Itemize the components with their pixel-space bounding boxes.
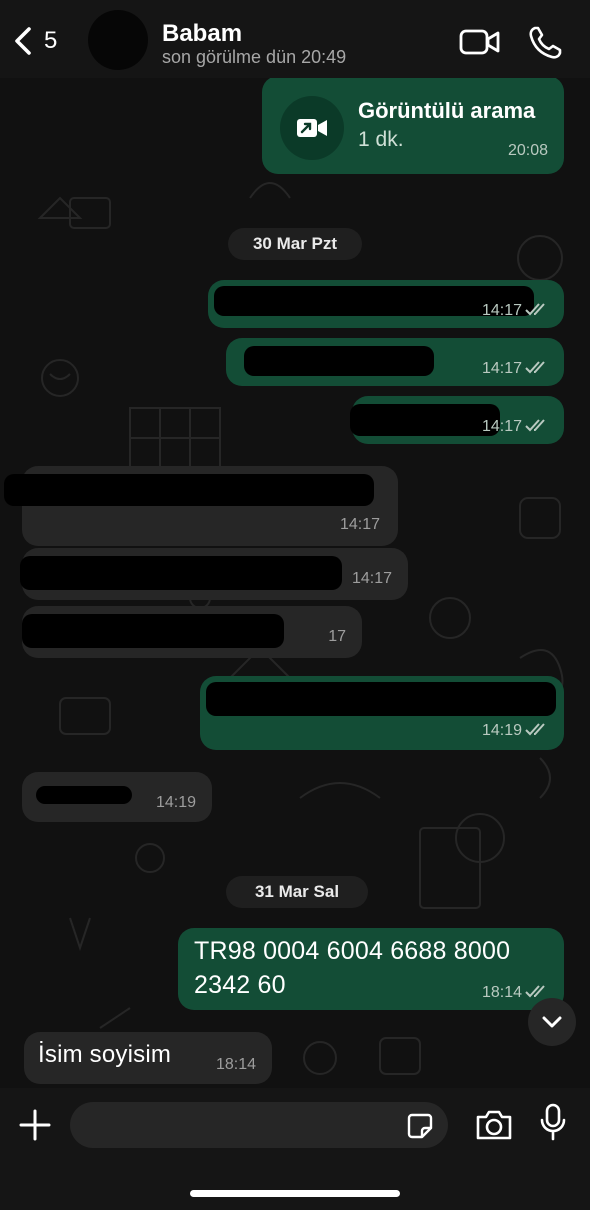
microphone-icon[interactable] [538, 1102, 568, 1142]
scroll-to-bottom-button[interactable] [528, 998, 576, 1046]
chevron-down-icon [542, 1016, 562, 1028]
call-duration: 1 dk. [358, 128, 404, 151]
contact-name[interactable]: Babam [162, 20, 242, 48]
call-title: Görüntülü arama [358, 98, 536, 123]
back-button[interactable]: 5 [12, 26, 57, 56]
incoming-message[interactable]: İsim soyisim 18:14 [24, 1032, 272, 1084]
message-input[interactable] [70, 1102, 448, 1148]
date-separator: 31 Mar Sal [226, 876, 368, 908]
outgoing-message[interactable]: 14:17 [350, 396, 564, 444]
read-ticks-icon [525, 361, 545, 374]
camera-icon[interactable] [474, 1108, 514, 1142]
message-time: 14:17 [481, 302, 522, 319]
date-separator: 30 Mar Pzt [228, 228, 362, 260]
outgoing-message[interactable]: 14:17 [226, 338, 564, 386]
redacted-text [350, 404, 500, 436]
video-call-icon [297, 119, 327, 137]
message-time: 18:14 [481, 984, 522, 1001]
message-time: 14:19 [155, 794, 196, 811]
video-camera-icon[interactable] [458, 26, 502, 58]
read-ticks-icon [525, 723, 545, 736]
read-ticks-icon [525, 303, 545, 316]
message-time: 14:17 [481, 418, 522, 435]
redacted-text [36, 786, 132, 804]
home-indicator [190, 1190, 400, 1197]
redacted-text [22, 614, 284, 648]
redacted-text [20, 556, 342, 590]
chevron-left-icon [15, 27, 31, 55]
read-ticks-icon [525, 985, 545, 998]
message-time: 17 [328, 628, 346, 645]
avatar[interactable] [88, 10, 148, 70]
message-time: 14:17 [481, 360, 522, 377]
message-time: 20:08 [507, 142, 548, 159]
incoming-message[interactable]: 14:17 [4, 466, 398, 546]
last-seen-status: son görülme dün 20:49 [162, 47, 347, 67]
sticker-icon[interactable] [406, 1112, 434, 1140]
outgoing-message[interactable]: TR98 0004 6004 6688 8000 2342 60 18:14 [178, 928, 564, 1010]
message-text-line1: TR98 0004 6004 6688 8000 [194, 937, 511, 965]
message-text-line2: 2342 60 [194, 971, 286, 999]
message-composer [0, 1088, 590, 1210]
chat-header: 5 Babam son görülme dün 20:49 [0, 0, 590, 78]
message-time: 18:14 [215, 1056, 256, 1073]
message-time: 14:17 [339, 516, 380, 533]
video-call-message[interactable]: Görüntülü arama 1 dk. 20:08 [262, 78, 564, 174]
unread-count: 5 [44, 27, 58, 54]
read-ticks-icon [525, 419, 545, 432]
phone-icon[interactable] [526, 24, 564, 62]
message-text: İsim soyisim [38, 1041, 172, 1068]
redacted-text [244, 346, 434, 376]
video-call-icon-circle [280, 96, 344, 160]
outgoing-message[interactable]: 14:19 [200, 676, 564, 750]
outgoing-message[interactable]: 14:17 [208, 280, 564, 328]
incoming-message[interactable]: 14:19 [22, 772, 212, 822]
plus-icon[interactable] [18, 1108, 52, 1142]
incoming-message[interactable]: 17 [22, 606, 362, 658]
message-time: 14:19 [481, 722, 522, 739]
redacted-text [206, 682, 556, 716]
message-time: 14:17 [351, 570, 392, 587]
redacted-text [4, 474, 374, 506]
incoming-message[interactable]: 14:17 [20, 548, 408, 600]
chat-area[interactable]: Görüntülü arama 1 dk. 20:08 30 Mar Pzt 1… [0, 78, 590, 1088]
